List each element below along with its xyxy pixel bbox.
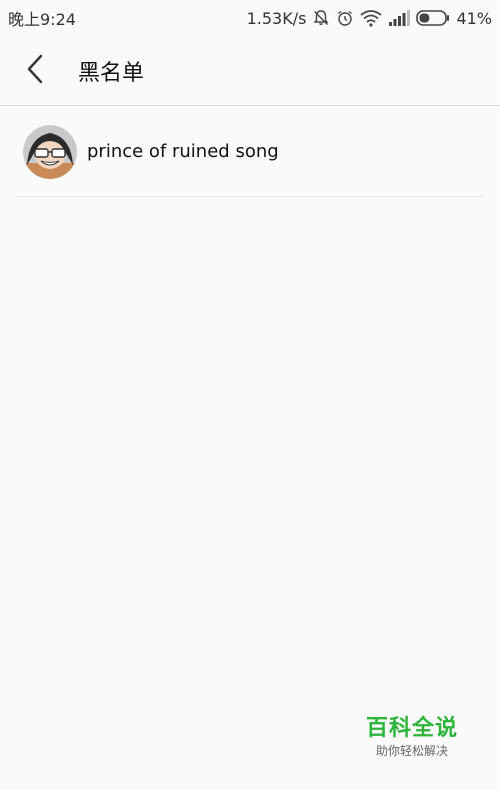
- status-left: 晚上9:24: [8, 6, 76, 30]
- chevron-left-icon: [25, 54, 45, 88]
- status-bar: 晚上9:24 1.53K/s 41%: [0, 0, 500, 36]
- alarm-clock-icon: [336, 9, 354, 27]
- watermark-title: 百科全说: [365, 716, 458, 741]
- mute-bell-icon: [312, 9, 330, 27]
- watermark: 百科全说 助你轻松解决: [352, 715, 472, 759]
- avatar: [23, 124, 77, 179]
- signal-icon: [388, 10, 411, 26]
- battery-percent: 41%: [456, 8, 492, 28]
- network-speed: 1.53K/s: [246, 8, 307, 28]
- page-title: 黑名单: [78, 60, 145, 86]
- watermark-subtitle: 助你轻松解决: [375, 744, 448, 758]
- back-button[interactable]: [0, 36, 70, 106]
- status-time: 晚上9:24: [8, 10, 76, 29]
- title-bar: 黑名单: [0, 36, 500, 106]
- list-item[interactable]: prince of ruined song: [16, 107, 484, 197]
- status-right: 1.53K/s 41%: [247, 9, 492, 28]
- blacklist-list: prince of ruined song: [0, 107, 500, 197]
- list-item-name: prince of ruined song: [87, 141, 279, 162]
- wifi-icon: [360, 9, 382, 27]
- battery-icon: [416, 10, 450, 26]
